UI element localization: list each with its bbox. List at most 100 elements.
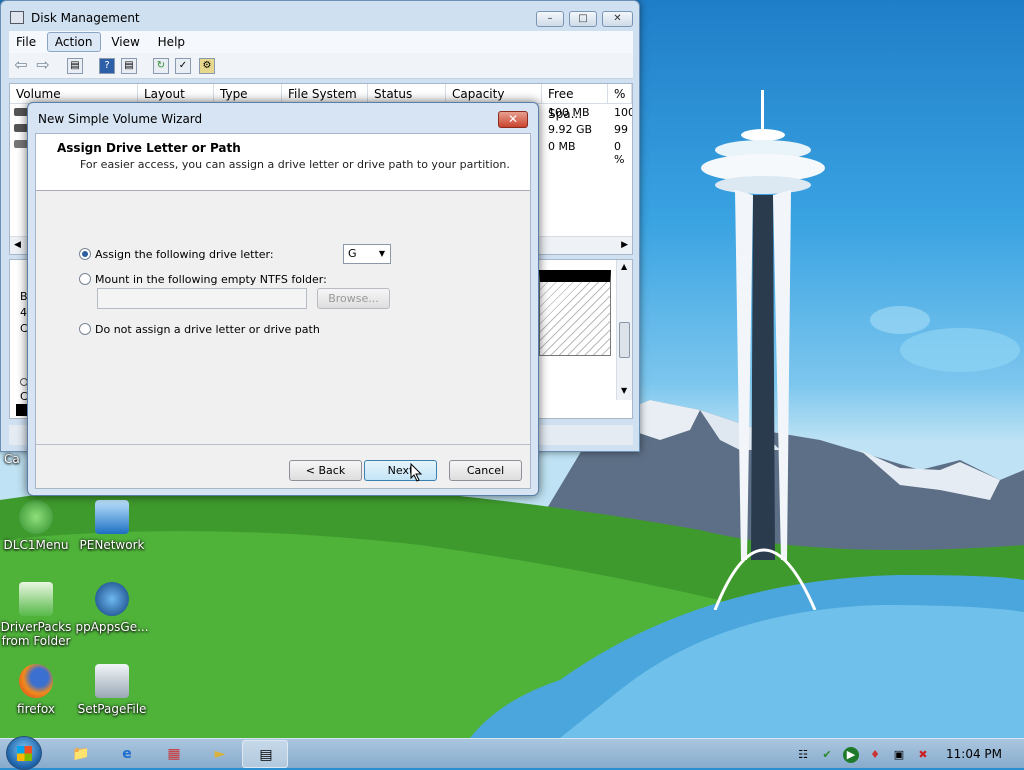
space-needle [701,90,825,610]
option-mount-ntfs-folder-label[interactable]: Mount in the following empty NTFS folder… [95,273,327,286]
col-file-system[interactable]: File System [282,84,368,104]
disk-drive-icon [14,140,28,148]
menu-view[interactable]: View [104,33,146,51]
col-volume[interactable]: Volume [10,84,138,104]
ppapps-icon [95,582,129,616]
rescan-disks-icon[interactable]: ✓ [175,58,191,74]
new-simple-volume-wizard[interactable]: New Simple Volume Wizard ✕ Assign Drive … [27,102,539,496]
desktop-icon-setpagefile[interactable]: SetPageFile [72,664,152,716]
help-icon[interactable]: ? [99,58,115,74]
back-button[interactable]: < Back [289,460,362,481]
start-button[interactable] [6,736,42,770]
radio-no-drive-letter[interactable] [79,323,91,335]
ie-icon[interactable]: e [116,743,138,765]
bluetooth-tray-icon[interactable]: ♦ [867,747,883,763]
forward-arrow-icon[interactable]: ⇨ [35,57,51,74]
display-tray-icon[interactable]: ▣ [891,747,907,763]
desktop-icon-penetwork[interactable]: PENetwork [72,500,152,552]
radio-mount-ntfs-folder[interactable] [79,273,91,285]
scroll-down-icon[interactable]: ▼ [621,386,627,395]
desktop-icon-label: SetPageFile [77,702,147,716]
security-tray-icon[interactable]: ✔ [819,747,835,763]
desktop-icon-dlc1menu[interactable]: DLC1Menu [0,500,76,552]
driverpacks-icon [19,582,53,616]
explorer-icon[interactable]: 📁 [70,743,92,765]
setpagefile-icon [95,664,129,698]
volume-muted-tray-icon[interactable]: ✖ [915,747,931,763]
next-button[interactable]: Next [364,460,437,481]
firefox-icon [19,664,53,698]
pct-free-cell: 0 % [614,140,625,166]
settings-icon[interactable]: ⚙ [199,58,215,74]
free-space-cell: 0 MB [548,140,576,153]
chat-icon[interactable]: ► [209,743,231,765]
minimize-button[interactable]: – [536,11,564,27]
ntfs-folder-path-input[interactable] [97,288,307,309]
menu-action[interactable]: Action [46,32,101,52]
option-assign-drive-letter-label[interactable]: Assign the following drive letter: [95,248,274,261]
dm-titlebar[interactable]: Disk Management – □ ✕ [1,1,639,35]
taskbar: 📁 e ▦ ► ▤ ☷ ✔ ▶ ♦ ▣ ✖ 11:04 PM [0,736,1024,770]
disk-drive-icon [14,108,28,116]
desktop-icon-label: PENetwork [79,538,145,552]
desktop-icon-driverpacks[interactable]: DriverPacks from Folder [0,582,76,648]
col-capacity[interactable]: Capacity [446,84,542,104]
col-type[interactable]: Type [214,84,282,104]
wizard-body: Assign Drive Letter or Path For easier a… [35,133,531,489]
wizard-heading: Assign Drive Letter or Path [57,141,241,155]
close-button[interactable]: ✕ [602,11,633,27]
dlc1menu-icon [19,500,53,534]
network-tray-icon[interactable]: ☷ [795,747,811,763]
drive-letter-select[interactable]: G ▼ [343,244,391,264]
desktop-icon-label: DLC1Menu [3,538,69,552]
disk-label-glyph: 4 [20,306,27,319]
col-free-space[interactable]: Free Spa... [542,84,608,121]
disk-management-icon: ▤ [259,747,273,763]
cancel-button[interactable]: Cancel [449,460,522,481]
maximize-button[interactable]: □ [569,11,597,27]
properties-icon[interactable]: ▤ [121,58,137,74]
refresh-icon[interactable]: ↻ [153,58,169,74]
col-layout[interactable]: Layout [138,84,214,104]
network-icon[interactable]: ▦ [163,743,185,765]
desktop-icon-label: firefox [17,702,55,716]
back-button-label: < Back [305,464,346,477]
network-computer-icon [95,500,129,534]
wizard-subheading: For easier access, you can assign a driv… [80,158,510,171]
pct-free-cell: 100 [614,106,632,119]
scroll-up-icon[interactable]: ▲ [621,262,627,271]
wizard-close-button[interactable]: ✕ [498,111,528,128]
mouse-cursor-icon [410,463,423,482]
desktop-icon-label: ppAppsGe... [75,620,149,634]
wizard-header: Assign Drive Letter or Path For easier a… [36,134,530,191]
option-no-drive-letter-label[interactable]: Do not assign a drive letter or drive pa… [95,323,320,336]
drive-letter-value: G [348,247,357,260]
scroll-left-icon[interactable]: ◀ [14,240,21,250]
menu-help[interactable]: Help [151,33,192,51]
vertical-scrollbar[interactable]: ▲ ▼ [616,260,632,400]
desktop-icon-firefox[interactable]: firefox [0,664,76,716]
taskbar-disk-management[interactable]: ▤ [242,740,288,768]
show-hide-console-icon[interactable]: ▤ [67,58,83,74]
back-arrow-icon[interactable]: ⇦ [13,57,29,74]
menu-file[interactable]: File [9,33,43,51]
browse-button-label: Browse... [328,292,379,305]
pct-free-cell: 99 [614,123,628,136]
volume-list-header: Volume Layout Type File System Status Ca… [10,84,632,121]
wizard-titlebar[interactable]: New Simple Volume Wizard [28,103,538,133]
scroll-right-icon[interactable]: ▶ [621,240,628,250]
col-status[interactable]: Status [368,84,446,104]
clock[interactable]: 11:04 PM [946,747,1002,761]
unallocated-partition[interactable] [539,270,611,356]
wizard-footer-divider [36,444,530,445]
scroll-thumb[interactable] [619,322,630,358]
free-space-cell: 9.92 GB [548,123,593,136]
col-pct-free[interactable]: % F [608,84,632,104]
radio-assign-drive-letter[interactable] [79,248,91,260]
close-icon: ✕ [507,112,519,126]
browse-button[interactable]: Browse... [317,288,390,309]
play-tray-icon[interactable]: ▶ [843,747,859,763]
windows-logo-icon [17,746,32,761]
cancel-button-label: Cancel [466,464,505,477]
desktop-icon-ppappsge[interactable]: ppAppsGe... [72,582,152,634]
